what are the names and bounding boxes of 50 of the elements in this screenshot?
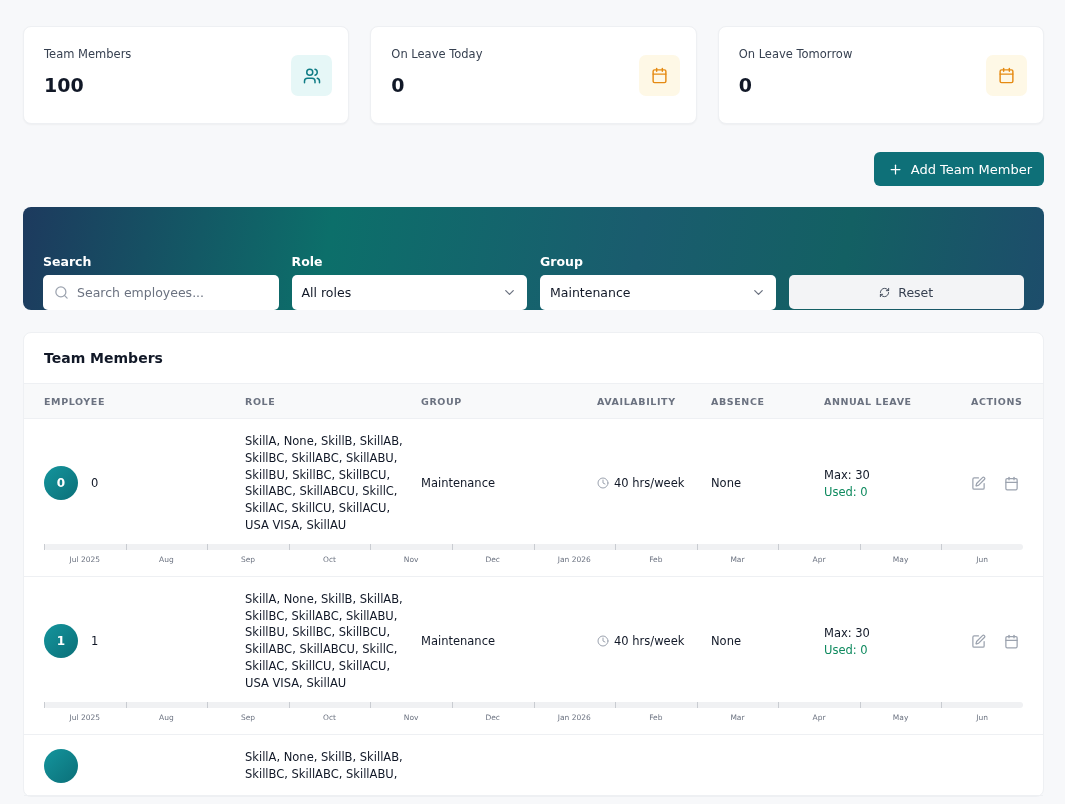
clock-icon: [597, 635, 609, 648]
stat-label: On Leave Tomorrow: [738, 47, 853, 61]
calendar-icon[interactable]: [1004, 633, 1019, 649]
plus-icon: [887, 161, 903, 177]
leave-max: Max: 30: [824, 467, 871, 485]
column-header: ACTIONS: [971, 395, 1023, 407]
stat-label: Team Members: [44, 47, 132, 61]
column-header: AVAILABILITY: [597, 395, 677, 407]
absence-cell: None: [711, 476, 741, 490]
edit-icon[interactable]: [971, 475, 986, 491]
refresh-icon: [879, 286, 891, 298]
employee-name: 1: [91, 632, 99, 650]
stat-value: 100: [44, 74, 85, 96]
avatar: 1: [44, 624, 78, 659]
group-dropdown[interactable]: Maintenance: [540, 275, 776, 310]
column-header: ABSENCE: [711, 395, 766, 407]
calendar-icon: [650, 67, 668, 84]
add-team-member-button[interactable]: Add Team Member: [873, 152, 1044, 186]
group-cell: Maintenance: [421, 476, 496, 490]
leave-used: Used: 0: [824, 643, 869, 658]
search-field[interactable]: Search employees...: [43, 275, 279, 310]
column-header: EMPLOYEE: [44, 395, 107, 407]
role-cell-text: SkillA, None, SkillB, SkillAB, SkillBC, SkillABC, SkillABU, SkillBU, SkillBC, SkillBCU, SkillABC, SkillABCU, SkillC, SkillAC, SkillCU, SkillACU, USA VISA, SkillAU: [245, 590, 404, 692]
column-header: ANNUAL LEAVE: [824, 395, 913, 407]
stat-value: 0: [391, 74, 406, 96]
filter-label: Group: [540, 254, 584, 269]
filter-label: Role: [291, 254, 324, 269]
people-icon: [302, 66, 321, 85]
availability-cell: 40 hrs/week: [614, 632, 685, 650]
calendar-icon[interactable]: [1004, 475, 1019, 491]
role-cell-text: SkillA, None, SkillB, SkillAB, SkillBC, SkillABC, SkillABU,: [245, 748, 404, 783]
role-cell-text: SkillA, None, SkillB, SkillAB, SkillBC, SkillABC, SkillABU, SkillBU, SkillBC, SkillBCU, SkillABC, SkillABCU, SkillC, SkillAC, SkillCU, SkillACU, USA VISA, SkillAU: [245, 433, 404, 534]
leave-used: Used: 0: [824, 485, 869, 500]
edit-icon[interactable]: [971, 633, 986, 649]
clock-icon: [597, 477, 609, 490]
stat-label: On Leave Today: [391, 47, 483, 61]
calendar-icon: [998, 67, 1015, 84]
employee-name: 0: [91, 475, 99, 492]
availability-cell: 40 hrs/week: [614, 475, 685, 492]
reset-button[interactable]: Reset: [788, 275, 1024, 309]
filter-label: Search: [43, 254, 93, 269]
avatar: 0: [44, 466, 78, 501]
absence-cell: None: [711, 633, 741, 648]
leave-max: Max: 30: [824, 625, 871, 643]
avatar: [44, 748, 78, 783]
column-header: ROLE: [245, 395, 277, 407]
role-dropdown[interactable]: All roles: [291, 275, 527, 310]
group-cell: Maintenance: [421, 633, 496, 648]
column-header: GROUP: [421, 395, 463, 407]
stat-value: 0: [738, 74, 753, 96]
